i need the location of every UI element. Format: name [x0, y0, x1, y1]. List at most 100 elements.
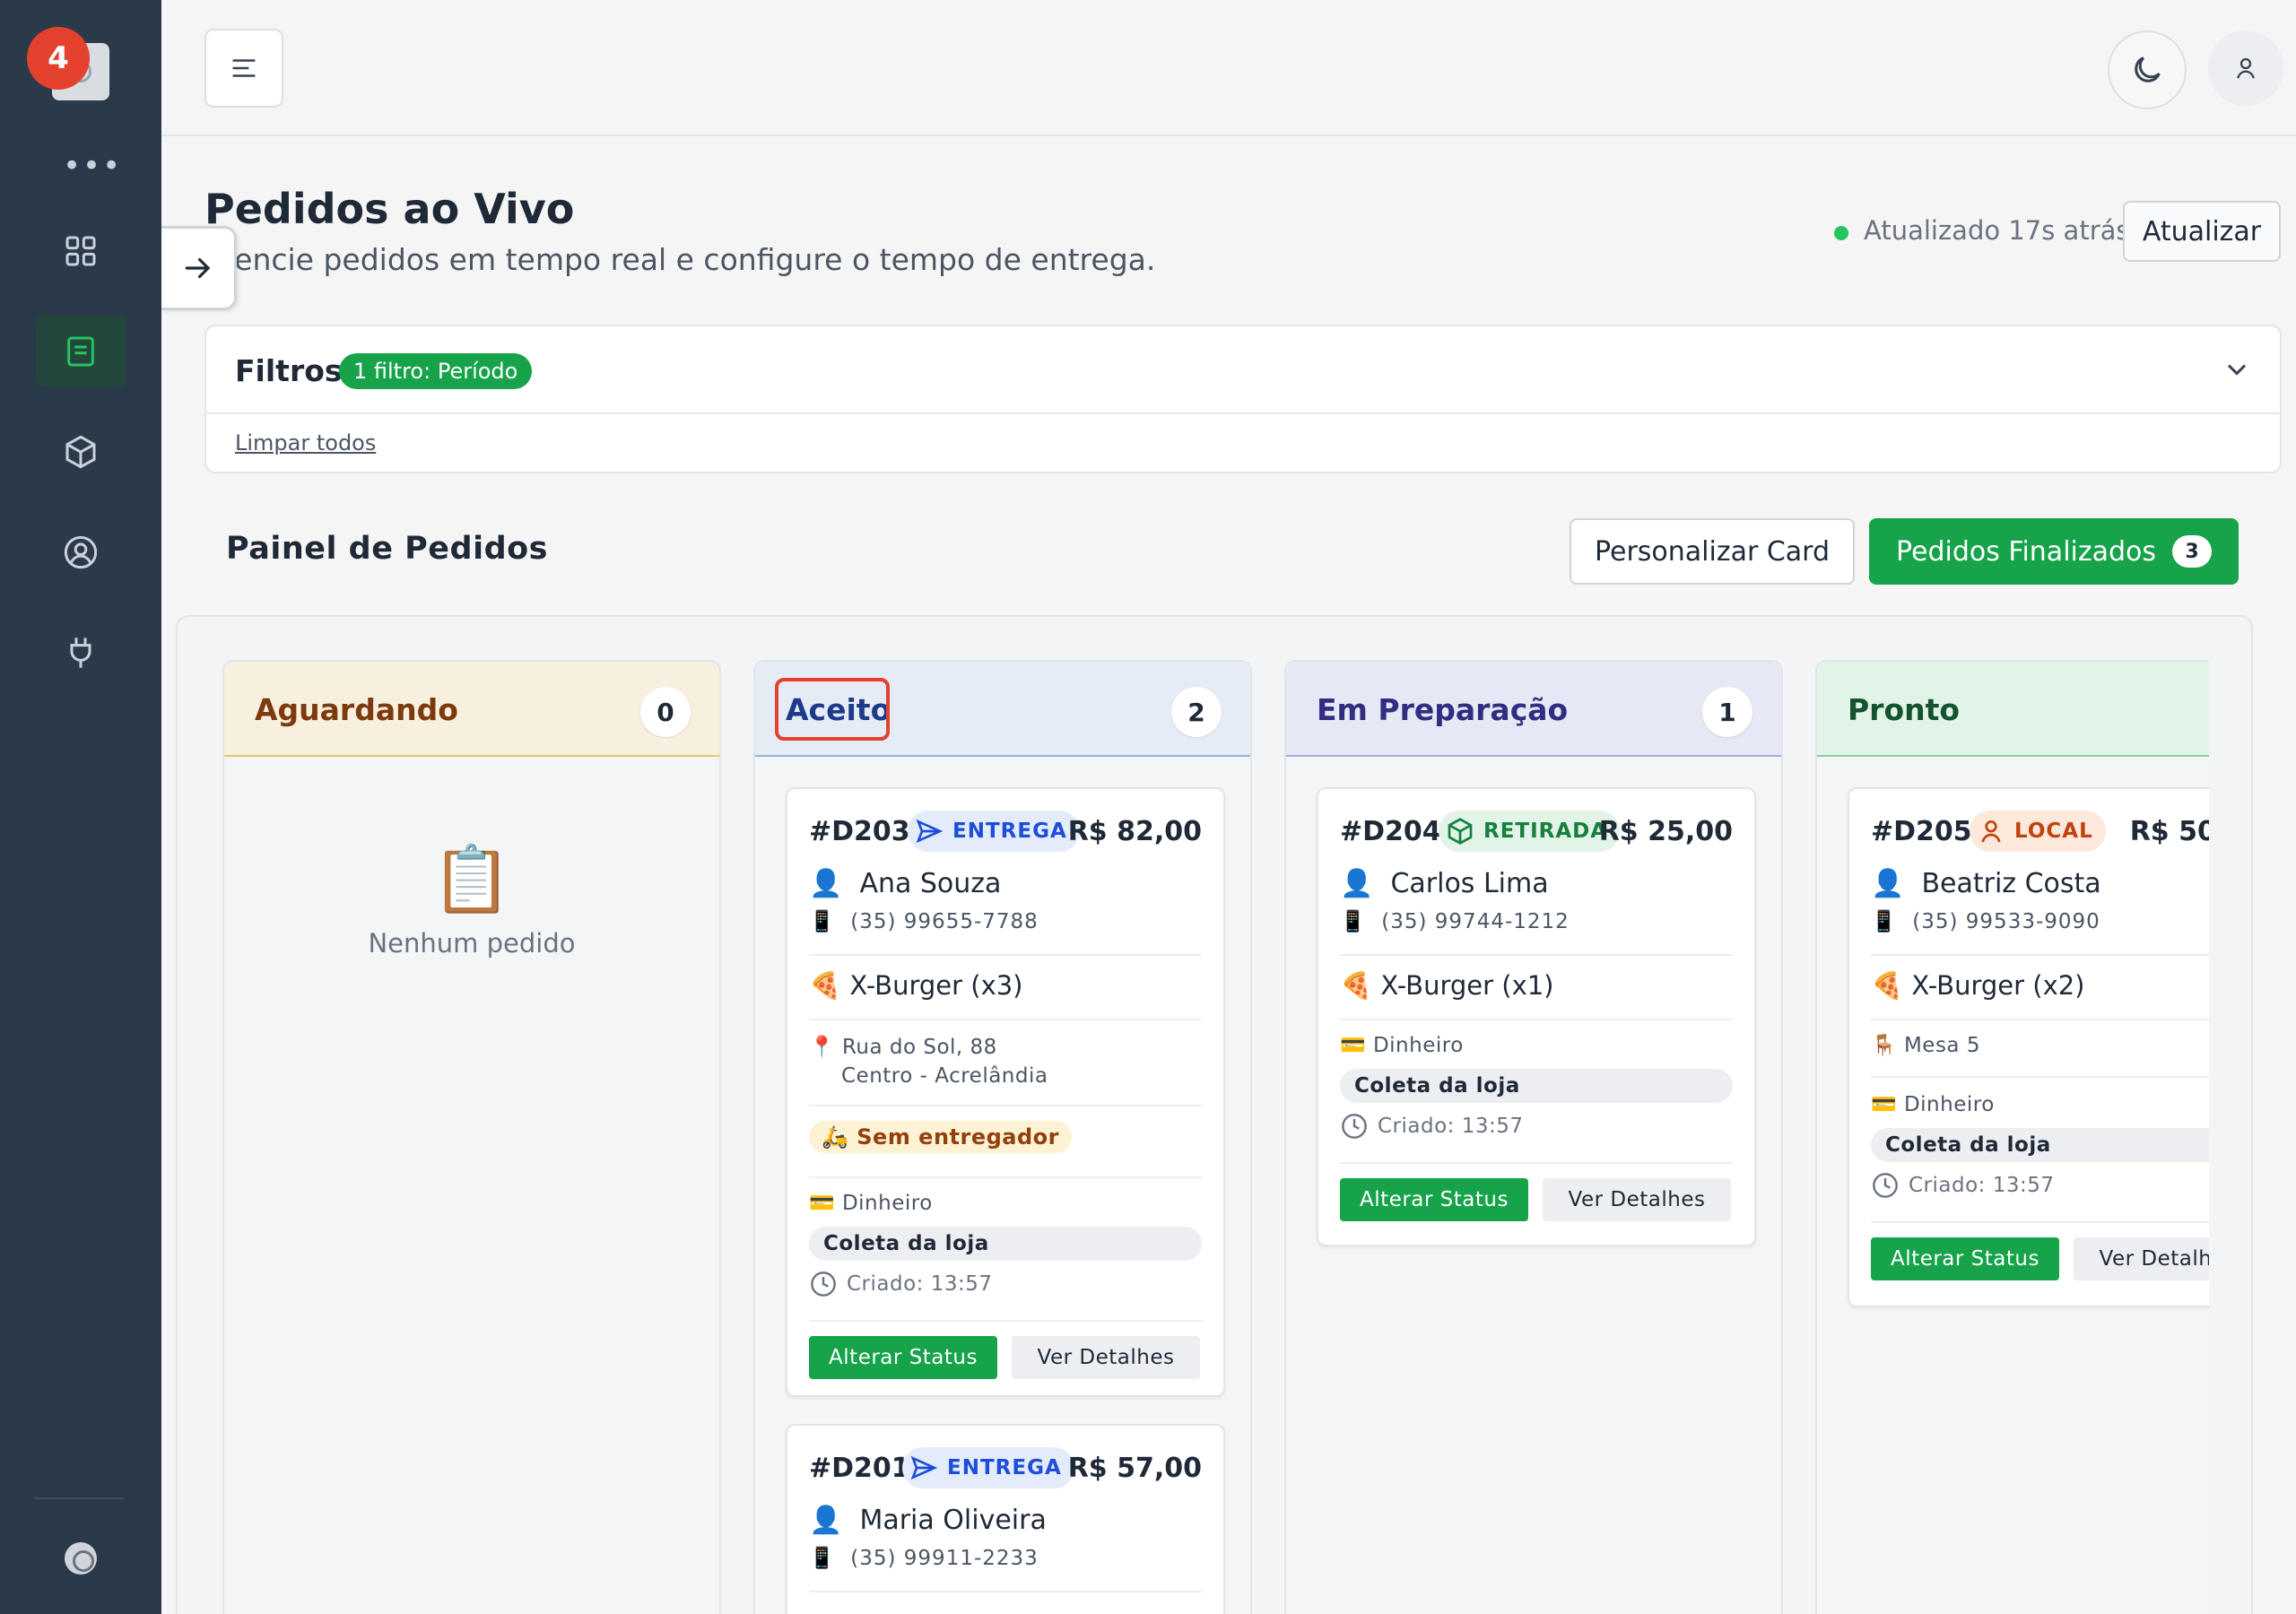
divider [809, 1019, 1202, 1020]
order-price: R$ 57,00 [1067, 1453, 1202, 1484]
live-status-dot [1834, 226, 1848, 240]
menu-icon [232, 59, 256, 77]
address-line-2: Centro - Acrelândia [841, 1064, 1048, 1088]
view-details-button[interactable]: Ver Detalhes [1012, 1336, 1200, 1379]
column-ready: Pronto #D205 LOCAL R$ 50,00 👤 Beatriz Co… [1815, 660, 2209, 1614]
view-details-button[interactable]: Ver Detalhes [1543, 1178, 1731, 1221]
notification-badge[interactable]: 4 [27, 27, 90, 90]
arrow-right-icon [185, 257, 210, 279]
sidebar-item-customers[interactable] [36, 516, 126, 588]
finished-orders-count: 3 [2172, 535, 2213, 568]
plug-icon [70, 638, 91, 668]
delivery-address: 📍 Rua do Sol, 88 Centro - Acrelândia [809, 1033, 1202, 1090]
created-time: Criado: 13:57 [1340, 1112, 1733, 1141]
change-status-button[interactable]: Alterar Status [1871, 1237, 2059, 1280]
orders-icon [67, 336, 94, 367]
customer-phone: 📱 (35) 99533-9090 [1871, 909, 2209, 933]
order-type-badge: ENTREGA [902, 1447, 1074, 1488]
customer-phone-text: (35) 99533-9090 [1912, 910, 2100, 933]
divider [809, 954, 1202, 956]
finished-orders-button[interactable]: Pedidos Finalizados 3 [1869, 518, 2239, 585]
refresh-button[interactable]: Atualizar [2123, 201, 2281, 262]
sidebar-item-products[interactable] [36, 416, 126, 488]
change-status-button[interactable]: Alterar Status [1340, 1178, 1528, 1221]
sidebar-item-integrations[interactable] [36, 617, 126, 689]
created-time: Criado: 13:57 [1871, 1171, 2209, 1200]
view-details-button[interactable]: Ver Detalhes [2074, 1237, 2209, 1280]
order-card[interactable]: #D203 ENTREGA R$ 82,00 👤 Ana Souza 📱 (35… [786, 787, 1225, 1397]
order-item-text: X-Burger (x2) [1911, 970, 2085, 1001]
order-item-text: X-Burger (x3) [849, 970, 1023, 1001]
order-item: 🍕 X-Burger (x1) [1340, 970, 1733, 1002]
order-id: #D204 [1340, 816, 1441, 847]
order-type-label: ENTREGA [952, 820, 1067, 843]
order-type-badge: LOCAL [1970, 811, 2106, 852]
clear-filters-link[interactable]: Limpar todos [235, 430, 376, 456]
clock-icon [811, 1271, 836, 1297]
card-icon: 💳 [1340, 1034, 1367, 1057]
theme-toggle-button[interactable] [2108, 30, 2187, 109]
user-circle-icon [64, 535, 98, 569]
filters-title: Filtros [235, 353, 343, 388]
customer-name-text: Ana Souza [859, 868, 1002, 899]
finished-orders-label: Pedidos Finalizados [1895, 535, 2157, 568]
order-id: #D203 [809, 816, 910, 847]
sidebar-item-orders[interactable] [36, 316, 126, 387]
customer-phone-text: (35) 99655-7788 [850, 910, 1039, 933]
customer-phone: 📱 (35) 99911-2233 [809, 1546, 1202, 1570]
column-header: Pronto [1817, 662, 2209, 757]
clock-icon [1342, 1114, 1367, 1139]
column-count: 2 [1171, 687, 1222, 737]
address-line-1: Rua do Sol, 88 [841, 1036, 997, 1059]
order-item-text: X-Burger (x1) [1380, 970, 1554, 1001]
pickup-label: Coleta da loja [1340, 1069, 1733, 1103]
scooter-icon: 🛵 [822, 1124, 849, 1150]
order-card[interactable]: #D204 RETIRADA R$ 25,00 👤 Carlos Lima 📱 … [1317, 787, 1756, 1246]
sidebar: 4 ••• [0, 0, 161, 1614]
customer-phone-text: (35) 99744-1212 [1381, 910, 1570, 933]
order-price: R$ 82,00 [1067, 816, 1202, 847]
divider [809, 1591, 1202, 1592]
column-header: Aguardando 0 [224, 662, 719, 757]
card-icon: 💳 [809, 1192, 836, 1215]
order-card[interactable]: #D201 ENTREGA R$ 57,00 👤 Maria Oliveira … [786, 1424, 1225, 1614]
clipboard-icon: 📋 [431, 841, 512, 916]
expand-sidebar-button[interactable] [161, 226, 237, 310]
send-icon [910, 1455, 938, 1480]
food-icon: 🍕 [809, 970, 842, 1001]
customer-phone-text: (35) 99911-2233 [850, 1547, 1039, 1570]
filters-header[interactable]: Filtros 1 filtro: Período [206, 326, 2280, 414]
order-type-badge: ENTREGA [908, 811, 1080, 852]
change-status-button[interactable]: Alterar Status [809, 1336, 997, 1379]
user-menu-button[interactable] [2208, 30, 2283, 106]
payment-method: 💳 Dinheiro [809, 1191, 1202, 1215]
order-item: 🍕 X-Burger (x3) [809, 970, 1202, 1002]
pin-icon: 📍 [809, 1036, 836, 1059]
menu-button[interactable] [204, 29, 283, 108]
phone-icon: 📱 [1871, 910, 1898, 933]
sidebar-item-dashboard[interactable] [36, 215, 126, 287]
settings-avatar[interactable] [65, 1542, 97, 1575]
food-icon: 🍕 [1340, 970, 1373, 1001]
table-number-text: Mesa 5 [1903, 1034, 1980, 1057]
user-icon [2237, 57, 2255, 79]
customize-card-button[interactable]: Personalizar Card [1570, 518, 1855, 585]
food-icon: 🍕 [1871, 970, 1904, 1001]
card-icon: 💳 [1871, 1093, 1898, 1116]
courier-status-text: Sem entregador [857, 1124, 1060, 1150]
more-icon[interactable]: ••• [63, 151, 122, 181]
divider [1871, 1221, 2209, 1223]
courier-status-badge: 🛵 Sem entregador [809, 1121, 1073, 1153]
payment-method: 💳 Dinheiro [1340, 1033, 1733, 1057]
page-title: Pedidos ao Vivo [204, 185, 575, 233]
chevron-down-icon[interactable] [2221, 353, 2253, 389]
order-card[interactable]: #D205 LOCAL R$ 50,00 👤 Beatriz Costa 📱 (… [1848, 787, 2209, 1307]
divider [1340, 1019, 1733, 1020]
divider [1871, 1019, 2209, 1020]
phone-icon: 📱 [809, 1547, 836, 1570]
grid-icon [65, 236, 96, 266]
created-time-text: Criado: 13:57 [1909, 1174, 2055, 1197]
order-type-label: LOCAL [2014, 820, 2093, 843]
courier-row: 🛵 Sem entregador [809, 1121, 1202, 1153]
active-filter-badge: 1 filtro: Período [339, 353, 533, 389]
